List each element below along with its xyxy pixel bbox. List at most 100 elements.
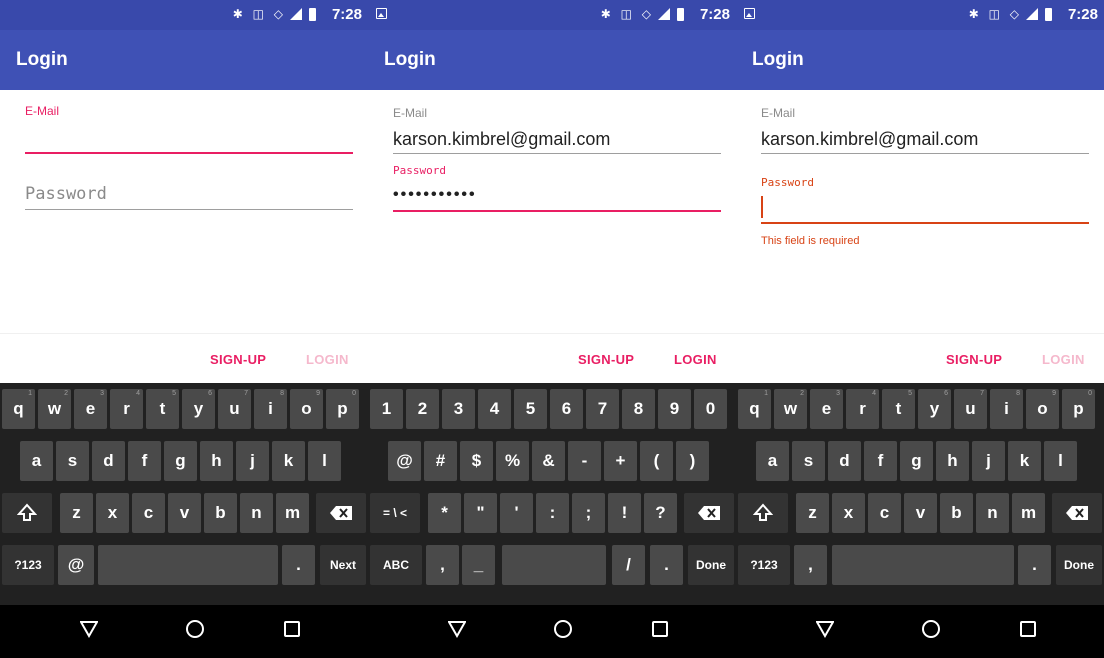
login-button[interactable]: LOGIN — [306, 352, 349, 367]
key-x[interactable]: x — [832, 493, 865, 533]
key-double-quote[interactable]: " — [464, 493, 497, 533]
email-field[interactable]: E-Mail karson.kimbrel@gmail.com — [761, 106, 1089, 156]
key-x[interactable]: x — [96, 493, 129, 533]
key-i[interactable]: i8 — [254, 389, 287, 429]
key-q[interactable]: q1 — [2, 389, 35, 429]
key-6[interactable]: 6 — [550, 389, 583, 429]
back-icon[interactable] — [80, 620, 98, 638]
key-g[interactable]: g — [164, 441, 197, 481]
key-asterisk[interactable]: * — [428, 493, 461, 533]
key-y[interactable]: y6 — [182, 389, 215, 429]
signup-button[interactable]: SIGN-UP — [578, 352, 634, 367]
signup-button[interactable]: SIGN-UP — [210, 352, 266, 367]
key-1[interactable]: 1 — [370, 389, 403, 429]
next-key[interactable]: Next — [320, 545, 366, 585]
signup-button[interactable]: SIGN-UP — [946, 352, 1002, 367]
abc-mode-key[interactable]: ABC — [370, 545, 422, 585]
key-at[interactable]: @ — [388, 441, 421, 481]
key-g[interactable]: g — [900, 441, 933, 481]
key-w[interactable]: w2 — [774, 389, 807, 429]
email-field[interactable]: E-Mail karson.kimbrel@gmail.com — [393, 106, 721, 156]
key-t[interactable]: t5 — [146, 389, 179, 429]
key-s[interactable]: s — [792, 441, 825, 481]
key-l[interactable]: l — [308, 441, 341, 481]
password-field[interactable]: Password This field is required — [761, 174, 1089, 254]
comma-key[interactable]: , — [794, 545, 827, 585]
key-u[interactable]: u7 — [218, 389, 251, 429]
backspace-key[interactable] — [1052, 493, 1102, 533]
backspace-key[interactable] — [316, 493, 366, 533]
key-7[interactable]: 7 — [586, 389, 619, 429]
key-0[interactable]: 0 — [694, 389, 727, 429]
key-m[interactable]: m — [276, 493, 309, 533]
key-v[interactable]: v — [904, 493, 937, 533]
key-f[interactable]: f — [864, 441, 897, 481]
key-hash[interactable]: # — [424, 441, 457, 481]
key-b[interactable]: b — [204, 493, 237, 533]
password-field[interactable]: Password ••••••••••• — [393, 162, 721, 214]
key-a[interactable]: a — [756, 441, 789, 481]
login-button[interactable]: LOGIN — [674, 352, 717, 367]
key-open-paren[interactable]: ( — [640, 441, 673, 481]
key-c[interactable]: c — [868, 493, 901, 533]
key-z[interactable]: z — [796, 493, 829, 533]
period-key[interactable]: . — [282, 545, 315, 585]
key-ampersand[interactable]: & — [532, 441, 565, 481]
key-n[interactable]: n — [240, 493, 273, 533]
key-t[interactable]: t5 — [882, 389, 915, 429]
done-key[interactable]: Done — [688, 545, 734, 585]
period-key[interactable]: . — [650, 545, 683, 585]
symbols-mode-key[interactable]: ?123 — [738, 545, 790, 585]
key-a[interactable]: a — [20, 441, 53, 481]
key-e[interactable]: e3 — [74, 389, 107, 429]
key-exclamation[interactable]: ! — [608, 493, 641, 533]
key-r[interactable]: r4 — [846, 389, 879, 429]
key-3[interactable]: 3 — [442, 389, 475, 429]
recents-icon[interactable] — [652, 621, 668, 637]
key-dollar[interactable]: $ — [460, 441, 493, 481]
at-key[interactable]: @ — [58, 545, 94, 585]
period-key[interactable]: . — [1018, 545, 1051, 585]
key-s[interactable]: s — [56, 441, 89, 481]
home-icon[interactable] — [922, 620, 940, 638]
shift-key[interactable] — [738, 493, 788, 533]
password-field[interactable]: Password — [25, 182, 353, 212]
key-w[interactable]: w2 — [38, 389, 71, 429]
backspace-key[interactable] — [684, 493, 734, 533]
recents-icon[interactable] — [1020, 621, 1036, 637]
key-l[interactable]: l — [1044, 441, 1077, 481]
key-r[interactable]: r4 — [110, 389, 143, 429]
more-symbols-key[interactable]: = \ < — [370, 493, 420, 533]
key-z[interactable]: z — [60, 493, 93, 533]
key-f[interactable]: f — [128, 441, 161, 481]
key-2[interactable]: 2 — [406, 389, 439, 429]
key-question[interactable]: ? — [644, 493, 677, 533]
key-4[interactable]: 4 — [478, 389, 511, 429]
key-percent[interactable]: % — [496, 441, 529, 481]
key-8[interactable]: 8 — [622, 389, 655, 429]
slash-key[interactable]: / — [612, 545, 645, 585]
email-field[interactable]: E-Mail — [25, 102, 353, 156]
done-key[interactable]: Done — [1056, 545, 1102, 585]
space-key[interactable] — [502, 545, 606, 585]
key-9[interactable]: 9 — [658, 389, 691, 429]
key-c[interactable]: c — [132, 493, 165, 533]
back-icon[interactable] — [448, 620, 466, 638]
key-p[interactable]: p0 — [326, 389, 359, 429]
key-p[interactable]: p0 — [1062, 389, 1095, 429]
key-n[interactable]: n — [976, 493, 1009, 533]
key-colon[interactable]: : — [536, 493, 569, 533]
key-close-paren[interactable]: ) — [676, 441, 709, 481]
key-minus[interactable]: - — [568, 441, 601, 481]
back-icon[interactable] — [816, 620, 834, 638]
symbols-mode-key[interactable]: ?123 — [2, 545, 54, 585]
key-k[interactable]: k — [272, 441, 305, 481]
key-h[interactable]: h — [936, 441, 969, 481]
space-key[interactable] — [832, 545, 1014, 585]
key-h[interactable]: h — [200, 441, 233, 481]
key-k[interactable]: k — [1008, 441, 1041, 481]
key-o[interactable]: o9 — [290, 389, 323, 429]
home-icon[interactable] — [186, 620, 204, 638]
login-button[interactable]: LOGIN — [1042, 352, 1085, 367]
key-semicolon[interactable]: ; — [572, 493, 605, 533]
